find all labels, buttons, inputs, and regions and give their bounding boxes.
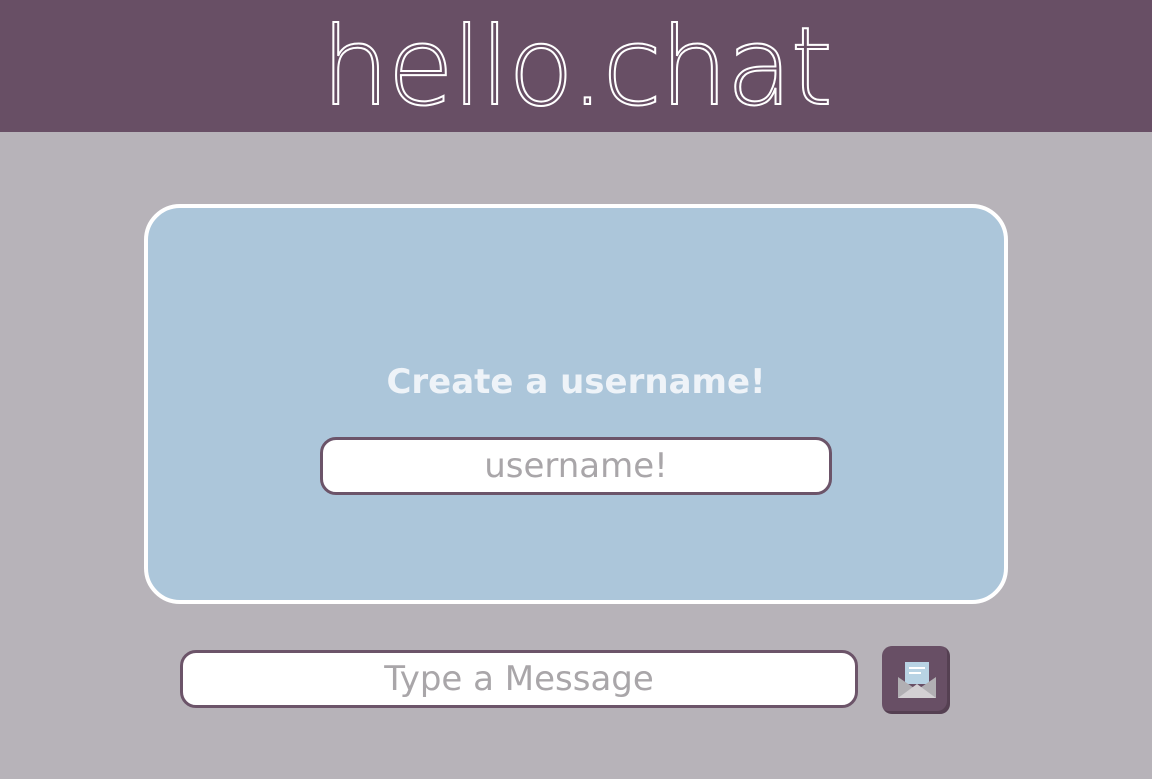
- message-input[interactable]: [180, 650, 858, 708]
- send-button[interactable]: [882, 646, 950, 714]
- app-logo: hello.chat: [320, 4, 834, 131]
- app-logo-text: hello.chat: [321, 5, 831, 130]
- app-header: hello.chat: [0, 0, 1152, 132]
- username-card-title: Create a username!: [386, 362, 766, 402]
- open-envelope-icon: [898, 662, 936, 698]
- username-input[interactable]: [320, 437, 832, 495]
